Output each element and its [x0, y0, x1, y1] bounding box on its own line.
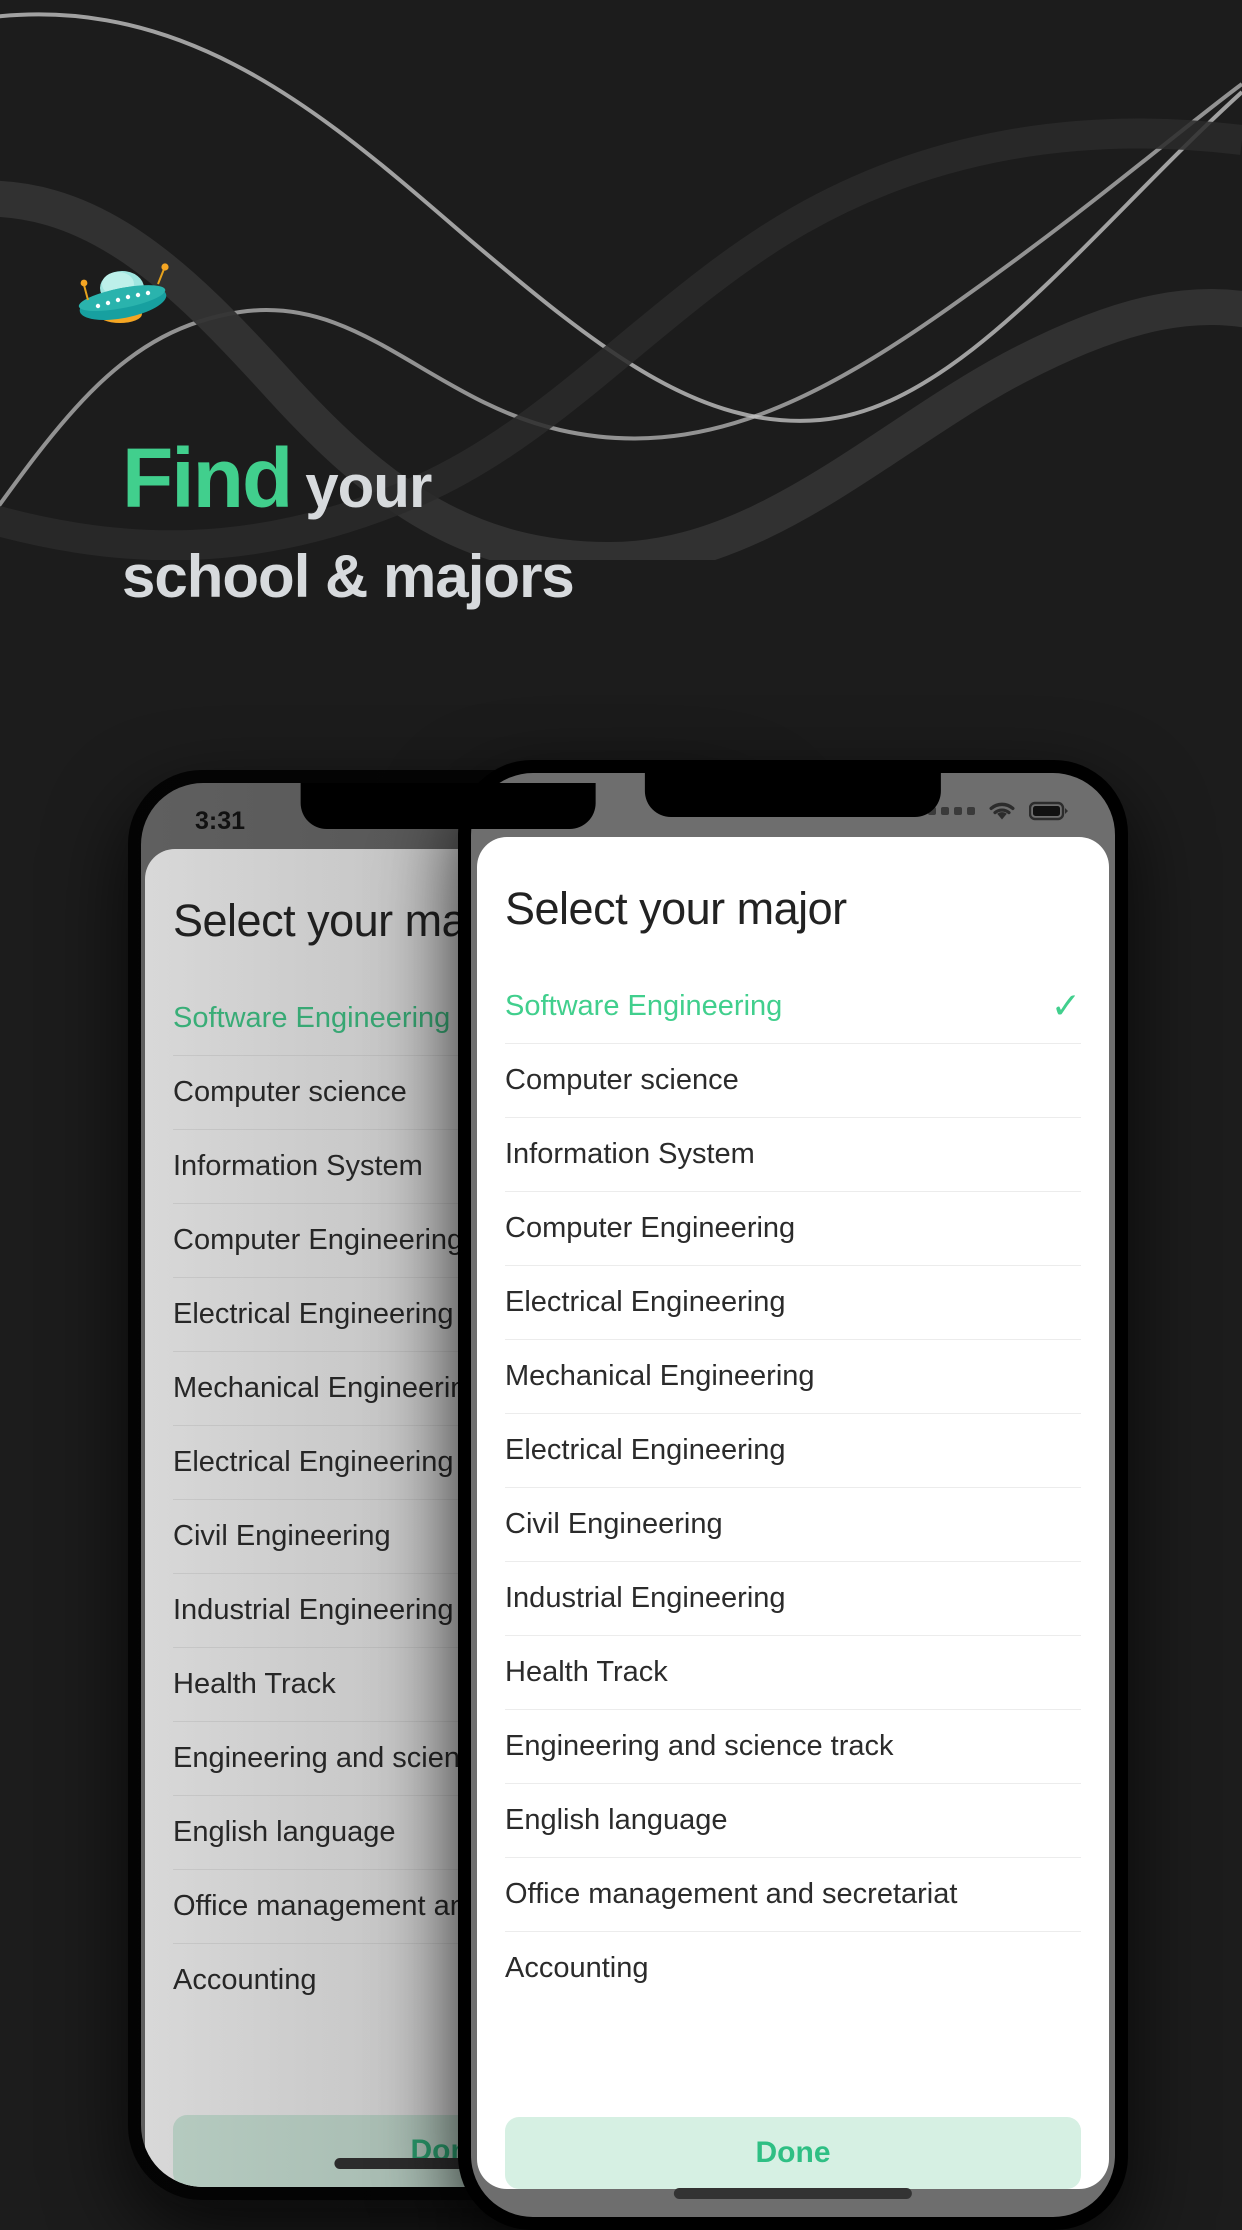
home-indicator: [673, 2188, 913, 2199]
major-label: Electrical Engineering: [173, 1298, 454, 1330]
major-row[interactable]: English language: [505, 1783, 1081, 1857]
major-label: Health Track: [173, 1668, 336, 1700]
major-row[interactable]: Mechanical Engineering: [505, 1339, 1081, 1413]
phone-mockup-front: 3:31 Select your major Software Engineer…: [458, 760, 1128, 2230]
notch: [300, 783, 596, 829]
major-row[interactable]: Health Track: [505, 1635, 1081, 1709]
major-label: Industrial Engineering: [505, 1582, 786, 1614]
card-title: Select your major: [505, 883, 847, 934]
status-time: 3:31: [195, 806, 246, 835]
major-label: Computer Engineering: [173, 1224, 464, 1256]
major-label: Electrical Engineering: [505, 1434, 786, 1466]
major-label: Electrical Engineering: [505, 1286, 786, 1318]
major-row[interactable]: Electrical Engineering: [505, 1413, 1081, 1487]
major-row[interactable]: Computer Engineering: [505, 1191, 1081, 1265]
major-label: English language: [173, 1816, 396, 1848]
major-label: English language: [505, 1804, 728, 1836]
major-label: Computer Engineering: [505, 1212, 796, 1244]
major-row[interactable]: Civil Engineering: [505, 1487, 1081, 1561]
signal-dots-icon: [928, 807, 975, 815]
hero-headline: Find your school & majors: [122, 431, 1022, 611]
major-label: Software Engineering: [173, 1001, 451, 1034]
headline-line-1: Find your: [122, 431, 1022, 525]
major-row[interactable]: Electrical Engineering: [505, 1265, 1081, 1339]
major-row[interactable]: Information System: [505, 1117, 1081, 1191]
major-row[interactable]: Engineering and science track: [505, 1709, 1081, 1783]
major-label: Civil Engineering: [505, 1508, 723, 1540]
major-label: Software Engineering: [505, 989, 783, 1022]
major-row[interactable]: Office management and secretariat: [505, 1857, 1081, 1931]
major-label: Accounting: [505, 1952, 649, 1984]
major-label: Accounting: [173, 1964, 317, 1996]
major-label: Computer science: [505, 1064, 739, 1096]
major-label: Electrical Engineering: [173, 1446, 454, 1478]
major-label: Civil Engineering: [173, 1520, 391, 1552]
major-row[interactable]: Computer science: [505, 1043, 1081, 1117]
major-selection-card-front: Select your major Software Engineering ✓ C…: [477, 837, 1109, 2189]
check-icon: ✓: [1050, 985, 1081, 1026]
major-label: Computer science: [173, 1076, 407, 1108]
status-icons: [928, 800, 1069, 822]
ufo-illustration: [78, 263, 169, 323]
headline-accent-word: Find: [122, 431, 293, 525]
major-label: Health Track: [505, 1656, 668, 1688]
major-label: Information System: [505, 1138, 755, 1170]
major-label: Mechanical Engineering: [173, 1372, 483, 1404]
major-label: Engineering and science track: [505, 1730, 894, 1762]
major-row[interactable]: Software Engineering ✓: [505, 969, 1081, 1043]
phone-screen-front: 3:31 Select your major Software Engineer…: [471, 773, 1115, 2217]
major-row[interactable]: Accounting: [505, 1931, 1081, 2005]
done-button-front[interactable]: Done: [505, 2117, 1081, 2189]
battery-icon: [1029, 801, 1068, 821]
major-label: Industrial Engineering: [173, 1594, 454, 1626]
major-list-front[interactable]: Software Engineering ✓ Computer science Inf…: [477, 969, 1109, 2091]
headline-rest-word: your: [305, 453, 432, 520]
wifi-icon: [989, 802, 1015, 820]
major-label: Information System: [173, 1150, 423, 1182]
major-label: Mechanical Engineering: [505, 1360, 815, 1392]
major-row[interactable]: Industrial Engineering: [505, 1561, 1081, 1635]
major-label: Office management and secretariat: [505, 1878, 958, 1910]
headline-line-2: school & majors: [122, 543, 575, 611]
